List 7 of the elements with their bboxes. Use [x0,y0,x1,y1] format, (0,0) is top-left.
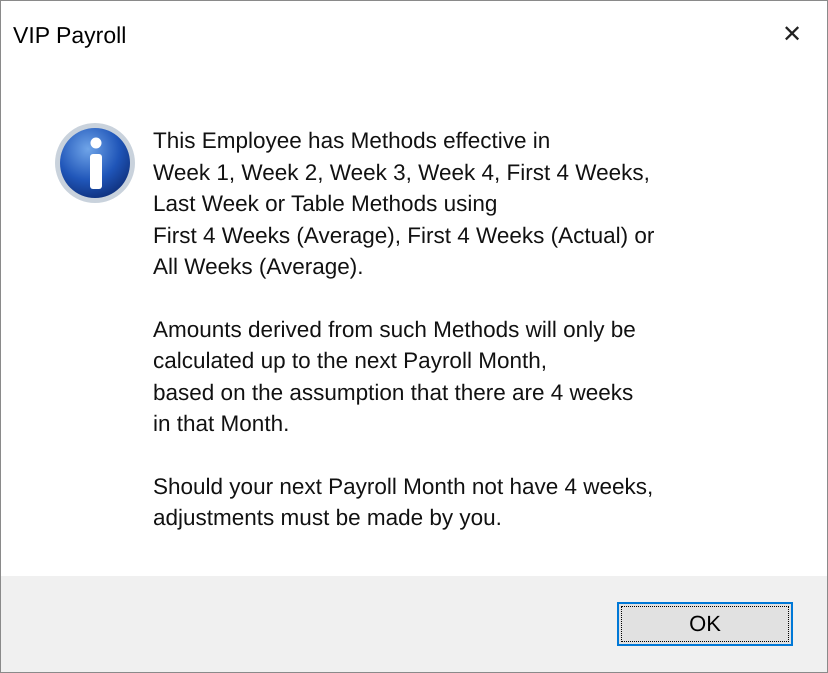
message-text: Amounts derived from such Methods will only be calculated up to the next Payroll Month, based on the assumption that there are 4 weeks in that Month. [153,316,637,438]
info-icon [53,121,137,205]
ok-button[interactable]: OK [617,602,793,646]
close-button[interactable]: ✕ [767,16,817,54]
window-title: VIP Payroll [13,20,126,50]
message-text: This Employee has Methods effective in Week 1, Week 2, Week 3, Week 4, First 4 Weeks, Last Week or Table Methods using First 4 Weeks (Average), First 4 Weeks (Actual) or All Weeks (Average). [153,127,654,281]
message-text: Should your next Payroll Month not have 4 weeks, adjustments must be made by you. [153,472,654,532]
